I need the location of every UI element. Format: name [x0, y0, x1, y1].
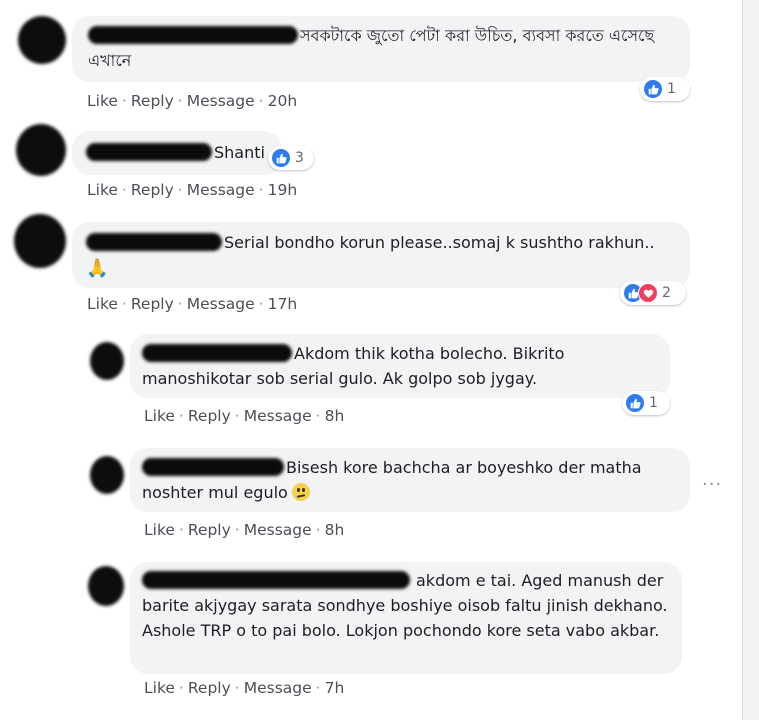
like-button[interactable]: Like [144, 521, 175, 539]
like-button[interactable]: Like [87, 295, 118, 313]
message-button[interactable]: Message [187, 181, 255, 199]
like-icon [271, 148, 291, 168]
reply-button[interactable]: Reply [131, 295, 174, 313]
separator: · [177, 181, 183, 199]
separator: · [121, 92, 127, 110]
comment-actions: Like · Reply · Message · 17h [87, 295, 297, 313]
reply-button[interactable]: Reply [188, 407, 231, 425]
message-button[interactable]: Message [187, 92, 255, 110]
reply-button[interactable]: Reply [188, 679, 231, 697]
reaction-summary[interactable]: 1 [640, 77, 690, 101]
separator: · [178, 679, 184, 697]
separator: · [121, 295, 127, 313]
reaction-count: 2 [662, 285, 671, 301]
reply-button[interactable]: Reply [188, 521, 231, 539]
redacted-author-name[interactable] [88, 25, 298, 44]
separator: · [178, 521, 184, 539]
separator: · [234, 407, 240, 425]
timestamp[interactable]: 7h [325, 679, 345, 697]
timestamp[interactable]: 17h [268, 295, 298, 313]
message-button[interactable]: Message [244, 679, 312, 697]
reaction-count: 1 [667, 81, 676, 97]
reply-bubble: Akdom thik kotha bolecho. Bikrito manosh… [130, 334, 670, 398]
avatar[interactable] [90, 456, 124, 494]
comment-bubble: Shanti [72, 131, 282, 175]
timestamp[interactable]: 8h [325, 407, 345, 425]
comment-text: Serial bondho korun please..somaj k sush… [224, 233, 655, 252]
reply-bubble: Bisesh kore bachcha ar boyeshko der math… [130, 448, 690, 512]
separator: · [234, 521, 240, 539]
comment-bubble: Serial bondho korun please..somaj k sush… [72, 222, 690, 288]
like-button[interactable]: Like [144, 407, 175, 425]
comment-text: Shanti [214, 143, 265, 162]
reaction-count: 3 [295, 150, 304, 166]
avatar[interactable] [14, 214, 66, 268]
separator: · [121, 181, 127, 199]
message-button[interactable]: Message [187, 295, 255, 313]
redacted-author-name[interactable] [142, 457, 284, 476]
timestamp[interactable]: 8h [325, 521, 345, 539]
comment-actions: Like · Reply · Message · 20h [87, 92, 297, 110]
like-button[interactable]: Like [87, 92, 118, 110]
avatar[interactable] [90, 342, 124, 380]
reaction-summary[interactable]: 3 [268, 146, 314, 170]
comment-bubble: সবকটাকে জুতো পেটা করা উচিত, ব্যবসা করতে … [72, 16, 690, 82]
redacted-author-name[interactable] [142, 570, 410, 589]
message-button[interactable]: Message [244, 521, 312, 539]
separator: · [258, 92, 264, 110]
avatar[interactable] [88, 566, 124, 606]
like-button[interactable]: Like [87, 181, 118, 199]
more-options-icon[interactable]: ··· [702, 474, 722, 495]
love-icon [638, 283, 658, 303]
scrollbar[interactable] [742, 0, 759, 720]
avatar[interactable] [18, 16, 66, 64]
separator: · [178, 407, 184, 425]
redacted-author-name[interactable] [86, 142, 212, 161]
separator: · [315, 679, 321, 697]
message-button[interactable]: Message [244, 407, 312, 425]
like-icon [625, 393, 645, 413]
reaction-count: 1 [649, 395, 658, 411]
avatar[interactable] [16, 124, 66, 176]
separator: · [234, 679, 240, 697]
redacted-author-name[interactable] [142, 343, 292, 362]
reply-actions: Like · Reply · Message · 8h [144, 521, 344, 539]
separator: · [177, 295, 183, 313]
separator: · [315, 521, 321, 539]
reply-bubble: akdom e tai. Aged manush der barite akjy… [130, 562, 682, 674]
reply-actions: Like · Reply · Message · 8h [144, 407, 344, 425]
confused-face-emoji [291, 483, 310, 501]
like-button[interactable]: Like [144, 679, 175, 697]
folded-hands-emoji: 🙏 [86, 258, 109, 279]
separator: · [258, 181, 264, 199]
separator: · [258, 295, 264, 313]
comment-actions: Like · Reply · Message · 19h [87, 181, 297, 199]
reply-button[interactable]: Reply [131, 92, 174, 110]
reaction-summary[interactable]: 1 [622, 391, 670, 415]
reply-button[interactable]: Reply [131, 181, 174, 199]
timestamp[interactable]: 19h [268, 181, 298, 199]
reply-actions: Like · Reply · Message · 7h [144, 679, 344, 697]
timestamp[interactable]: 20h [268, 92, 298, 110]
separator: · [177, 92, 183, 110]
like-icon [643, 79, 663, 99]
redacted-author-name[interactable] [86, 232, 222, 251]
separator: · [315, 407, 321, 425]
reaction-summary[interactable]: 2 [620, 281, 686, 305]
